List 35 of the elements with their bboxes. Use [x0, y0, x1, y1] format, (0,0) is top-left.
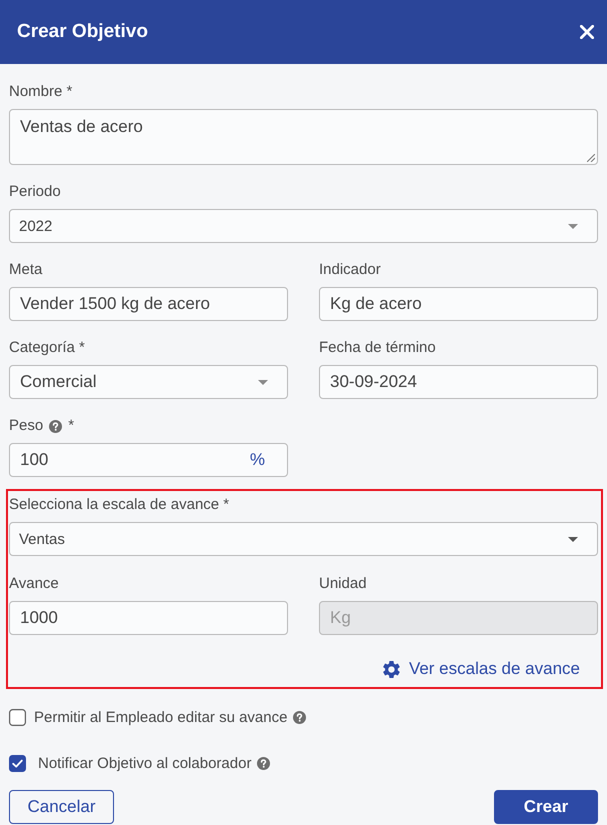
- field-label: Unidad: [319, 575, 367, 593]
- primary-button[interactable]: Crear: [494, 790, 598, 824]
- textarea-field[interactable]: Ventas de acero: [9, 109, 598, 165]
- field-label: Peso: [9, 417, 44, 435]
- field-label: Fecha de término: [319, 339, 436, 357]
- checkbox-label: Notificar Objetivo al colaborador: [38, 755, 252, 772]
- field-label: Periodo: [9, 183, 61, 201]
- input-field[interactable]: Vender 1500 kg de acero: [9, 287, 288, 321]
- caret-icon: [568, 224, 578, 228]
- close-icon[interactable]: [580, 25, 594, 39]
- scales-link[interactable]: Ver escalas de avance: [382, 660, 580, 678]
- field-label: Selecciona la escala de avance *: [9, 496, 230, 514]
- dialog-title: Crear Objetivo: [17, 21, 148, 43]
- field-label: Nombre *: [9, 83, 72, 101]
- secondary-button[interactable]: Cancelar: [9, 790, 114, 824]
- gear-icon: [382, 660, 400, 678]
- checkbox[interactable]: [9, 755, 26, 772]
- input-field[interactable]: 1000: [9, 601, 288, 635]
- field-label: Indicador: [319, 261, 381, 279]
- checkbox[interactable]: [9, 709, 26, 726]
- input-field[interactable]: Kg de acero: [319, 287, 598, 321]
- caret-icon: [258, 380, 268, 384]
- select-field[interactable]: Comercial: [9, 365, 288, 399]
- resize-grip-icon[interactable]: [587, 154, 595, 162]
- field-label: Meta: [9, 261, 42, 279]
- dropdown-field[interactable]: Ventas: [9, 522, 598, 556]
- input-field[interactable]: 100 %: [9, 443, 288, 477]
- checkbox-label: Permitir al Empleado editar su avance: [34, 709, 288, 726]
- dropdown-field[interactable]: 2022: [9, 209, 598, 243]
- caret-icon: [568, 536, 578, 542]
- required-mark: *: [68, 417, 74, 435]
- field-label: Categoría *: [9, 339, 85, 357]
- field-label: Avance: [9, 575, 59, 593]
- percent-unit: %: [250, 450, 265, 470]
- input-field[interactable]: 30-09-2024: [319, 365, 598, 399]
